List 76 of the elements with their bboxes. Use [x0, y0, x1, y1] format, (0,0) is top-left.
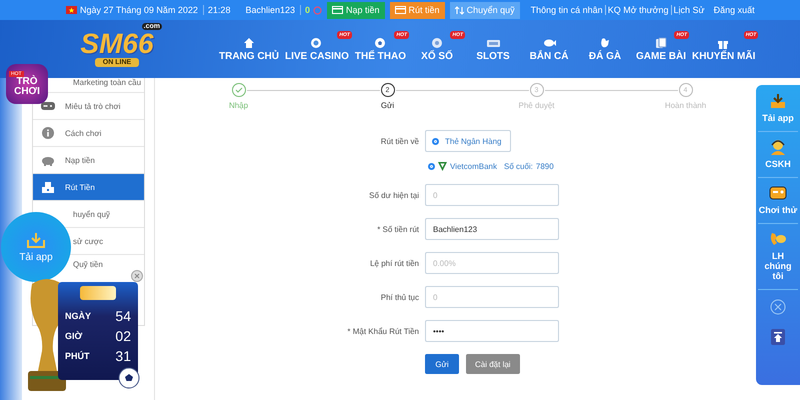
chip-icon [310, 36, 324, 50]
flag-icon [66, 6, 77, 14]
floating-link[interactable]: Chơi thử [758, 185, 798, 224]
gamepad-icon [769, 185, 787, 201]
nav-link[interactable]: ĐÁ GÀ [588, 50, 622, 62]
ball-icon [430, 36, 444, 50]
sidebar-item[interactable]: Cách chơi [33, 120, 144, 147]
info-icon [41, 127, 55, 139]
shield-icon [438, 161, 447, 171]
nav-link[interactable]: BẮN CÁ [530, 50, 568, 62]
countdown-value: 02 [115, 328, 131, 344]
step-label: Gửi [380, 101, 394, 110]
card-suffix: 7890 [536, 162, 554, 170]
atm-icon [41, 181, 55, 193]
piggy-bank-icon [41, 154, 55, 166]
gamepad-icon [41, 100, 55, 112]
soccer-ball-icon [118, 367, 140, 389]
nav-link[interactable]: LIVE CASINO [285, 50, 349, 62]
ball-icon [374, 36, 387, 50]
bank-card-option[interactable]: Thẻ Ngân Hàng [425, 130, 512, 152]
date-text: Ngày 27 Tháng 09 Năm 2022 [80, 5, 198, 15]
nav-link[interactable]: SLOTS [476, 50, 510, 62]
nav-link[interactable]: TRANG CHỦ [219, 50, 279, 62]
card-icon [332, 6, 344, 14]
field-label: Số dư hiện tại [368, 190, 419, 200]
nav-link[interactable]: THỂ THAO [354, 50, 406, 62]
home-icon [242, 36, 256, 50]
field-label: * Mật Khẩu Rút Tiền [346, 326, 419, 336]
countdown-value: 31 [115, 348, 131, 364]
field-label: Phí thủ tục [380, 292, 419, 302]
sidebar-item[interactable]: Rút Tiền [33, 174, 144, 201]
reset-button[interactable]: Cài đặt lại [466, 354, 520, 374]
balance-text: 0 [300, 5, 310, 15]
download-icon [27, 232, 45, 248]
radio-button[interactable] [428, 162, 435, 170]
submit-button[interactable]: Gửi [425, 354, 459, 374]
floating-link[interactable]: CSKH [758, 139, 798, 178]
countdown-unit: NGÀY [65, 311, 92, 321]
field-label: Lệ phí rút tiền [369, 258, 419, 268]
top-link[interactable]: Thông tin cá nhân [528, 5, 605, 15]
step-label: Hoàn thành [664, 101, 706, 110]
countdown-unit: PHÚT [65, 351, 90, 361]
card-icon [394, 6, 406, 14]
card-suffix-label: Số cuối: [504, 162, 533, 170]
step-label: Phê duyệt [518, 101, 555, 110]
nav-link[interactable]: KHUYẾN MÃI [692, 50, 756, 62]
download-icon [769, 93, 787, 109]
countdown-value: 54 [115, 308, 131, 324]
top-link[interactable]: Lịch Sử [670, 5, 707, 15]
top-link[interactable]: KQ Mở thưởng [604, 5, 671, 15]
username: Bachlien123 [245, 5, 295, 15]
time-text: 21:28 [202, 5, 230, 15]
input-field[interactable]: 0.00% [425, 252, 559, 274]
input-field[interactable]: •••• [425, 320, 559, 342]
input-field[interactable]: 0 [425, 286, 559, 308]
top-button[interactable]: Rút tiền [390, 2, 445, 18]
top-button[interactable]: Chuyển quỹ [450, 2, 520, 18]
nav-link[interactable]: GAME BÀI [636, 50, 686, 62]
step-label: Nhập [228, 101, 248, 110]
cards-icon [654, 36, 668, 50]
bank-name: VietcomBank [450, 162, 497, 170]
field-label: Rút tiền về [380, 136, 419, 146]
close-icon[interactable] [770, 299, 786, 315]
floating-link[interactable]: LH chúng tôi [758, 231, 798, 290]
arrows-icon [454, 6, 464, 14]
floating-link[interactable]: Tải app [758, 93, 798, 132]
top-link[interactable]: Đăng xuất [712, 5, 757, 15]
back-to-top-icon[interactable] [771, 329, 785, 345]
fish-icon [542, 36, 556, 50]
input-field[interactable]: Bachlien123 [425, 218, 559, 240]
headset-icon [769, 139, 787, 155]
nav-link[interactable]: XỔ SỐ [421, 50, 453, 62]
top-button[interactable]: Nạp tiền [327, 2, 385, 18]
countdown-unit: GIỜ [65, 331, 82, 341]
input-field[interactable]: 0 [425, 184, 559, 206]
field-label: * Số tiền rút [376, 224, 419, 234]
